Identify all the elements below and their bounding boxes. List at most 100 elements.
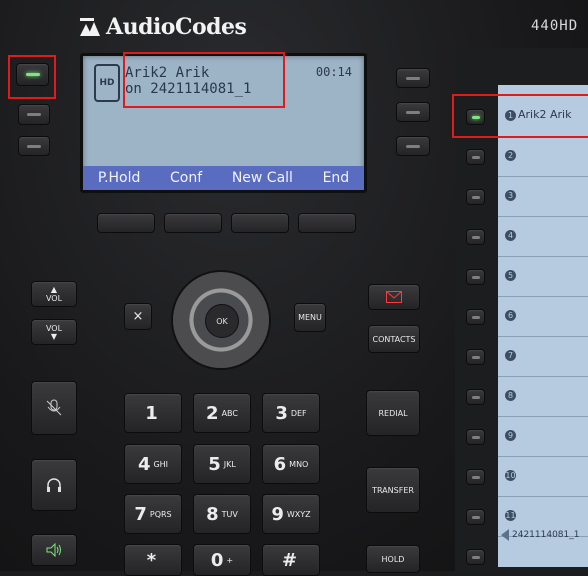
key-digit: 4 xyxy=(137,453,151,475)
sidecar-slot-9: 9 xyxy=(498,416,588,457)
arrow-up-icon: ▲ xyxy=(50,284,58,294)
sidecar-led xyxy=(471,235,480,239)
key-digit: 8 xyxy=(206,503,219,525)
sidecar-slot-2: 2 xyxy=(498,136,588,177)
dialpad-key-hash[interactable]: # xyxy=(262,544,320,576)
call-timer: 00:14 xyxy=(315,65,352,79)
dialpad-key-7[interactable]: 7 PQRS xyxy=(124,494,182,534)
redial-label: REDIAL xyxy=(378,408,408,418)
softkey-2-button[interactable] xyxy=(164,213,222,233)
slot-number: 8 xyxy=(505,390,516,401)
transfer-label: TRANSFER xyxy=(372,485,414,495)
sidecar-slot-footer: 2421114081_1 xyxy=(498,516,588,556)
audiocodes-logo-icon xyxy=(80,18,100,36)
hold-button[interactable]: HOLD xyxy=(366,545,420,573)
dialpad-key-4[interactable]: 4 GHI xyxy=(124,444,182,484)
sidecar-slot-10: 10 xyxy=(498,456,588,497)
sidecar-key-4[interactable] xyxy=(466,229,485,245)
sidecar-slot-3: 3 xyxy=(498,176,588,217)
dialpad-key-8[interactable]: 8 TUV xyxy=(193,494,251,534)
softkey-label-new-call: New Call xyxy=(231,170,293,186)
headset-icon xyxy=(47,478,61,492)
sidecar-led xyxy=(471,515,480,519)
sidecar-key-7[interactable] xyxy=(466,349,485,365)
key-letters: WXYZ xyxy=(286,509,311,519)
menu-button[interactable]: MENU xyxy=(294,303,326,332)
sidecar-key-5[interactable] xyxy=(466,269,485,285)
line-key-4[interactable] xyxy=(396,68,430,88)
brand-name: AudioCodes xyxy=(106,14,247,40)
sidecar-key-12[interactable] xyxy=(466,549,485,565)
slot-number: 3 xyxy=(505,190,516,201)
line-key-6[interactable] xyxy=(396,136,430,156)
ip-phone: AudioCodes 440HD HD Arik2 Arik on 242111… xyxy=(0,0,588,576)
messages-button[interactable] xyxy=(368,284,420,310)
slot-number: 10 xyxy=(505,470,516,481)
key-digit: 3 xyxy=(275,402,288,424)
sidecar-led xyxy=(471,475,480,479)
sidecar-slot-5: 5 xyxy=(498,256,588,297)
softkey-3-button[interactable] xyxy=(231,213,289,233)
key-digit: 2 xyxy=(206,402,219,424)
sidecar-key-3[interactable] xyxy=(466,189,485,205)
key-digit: # xyxy=(281,549,298,571)
sidecar-key-2[interactable] xyxy=(466,149,485,165)
slot-number: 6 xyxy=(505,310,516,321)
speaker-button[interactable] xyxy=(31,534,77,566)
dialpad-key-5[interactable]: 5 JKL xyxy=(193,444,251,484)
mute-button[interactable] xyxy=(31,381,77,435)
line-led xyxy=(27,113,41,116)
dialpad-key-9[interactable]: 9 WXYZ xyxy=(262,494,320,534)
redial-button[interactable]: REDIAL xyxy=(366,390,420,436)
slot-number: 4 xyxy=(505,230,516,241)
softkey-4-button[interactable] xyxy=(298,213,356,233)
back-arrow-icon xyxy=(501,529,509,541)
ok-button[interactable]: OK xyxy=(205,304,239,338)
key-letters: ABC xyxy=(221,408,238,418)
dialpad-key-0[interactable]: 0 + xyxy=(193,544,251,576)
dialpad-key-6[interactable]: 6 MNO xyxy=(262,444,320,484)
line-key-5[interactable] xyxy=(396,102,430,122)
sidecar-key-10[interactable] xyxy=(466,469,485,485)
contacts-label: CONTACTS xyxy=(372,334,416,344)
line-led xyxy=(406,144,420,148)
softkey-1-button[interactable] xyxy=(97,213,155,233)
hd-audio-icon: HD xyxy=(94,64,120,102)
dialpad-key-1[interactable]: 1 xyxy=(124,393,182,433)
dialpad-key-3[interactable]: 3 DEF xyxy=(262,393,320,433)
menu-label: MENU xyxy=(298,313,322,322)
key-digit: 5 xyxy=(208,453,221,475)
line-key-3[interactable] xyxy=(18,136,50,156)
line-led xyxy=(27,144,41,148)
highlight-line-key xyxy=(8,55,56,99)
contacts-button[interactable]: CONTACTS xyxy=(368,325,420,353)
key-letters: + xyxy=(226,555,234,565)
sidecar-led xyxy=(471,355,480,359)
volume-down-button[interactable]: VOL ▼ xyxy=(31,319,77,345)
key-digit: 9 xyxy=(271,503,284,525)
transfer-button[interactable]: TRANSFER xyxy=(366,467,420,513)
line-led xyxy=(406,76,420,80)
dialpad-key-star[interactable]: * xyxy=(124,544,182,576)
dialpad-key-2[interactable]: 2 ABC xyxy=(193,393,251,433)
key-digit: 7 xyxy=(134,503,147,525)
sidecar-key-8[interactable] xyxy=(466,389,485,405)
sidecar-key-6[interactable] xyxy=(466,309,485,325)
envelope-icon xyxy=(386,291,402,303)
softkey-label-hold: P.Hold xyxy=(97,170,141,186)
sidecar-key-11[interactable] xyxy=(466,509,485,525)
headset-button[interactable] xyxy=(31,459,77,511)
sidecar-led xyxy=(471,315,480,319)
sidecar-slot-4: 4 xyxy=(498,216,588,257)
line-key-2[interactable] xyxy=(18,104,50,125)
softkey-bar: P.Hold Conf New Call End xyxy=(83,166,364,190)
cancel-button[interactable]: × xyxy=(124,303,152,330)
volume-up-button[interactable]: ▲ VOL xyxy=(31,281,77,307)
key-letters: DEF xyxy=(290,408,307,418)
sidecar-led xyxy=(471,275,480,279)
key-letters: PQRS xyxy=(149,509,172,519)
model-name: 440HD xyxy=(531,18,579,34)
key-digit: 1 xyxy=(145,402,158,424)
key-letters: GHI xyxy=(153,459,169,469)
sidecar-key-9[interactable] xyxy=(466,429,485,445)
